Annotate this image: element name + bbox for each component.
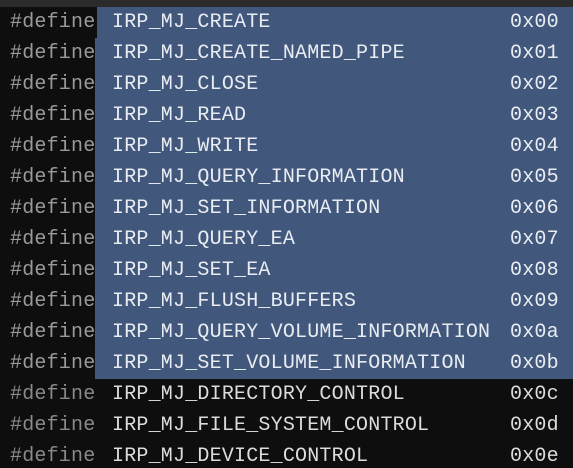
constant-name: IRP_MJ_FLUSH_BUFFERS bbox=[112, 290, 357, 313]
code-editor[interactable]: #define IRP_MJ_CREATE 0x00 #define IRP_M… bbox=[0, 0, 573, 468]
define-keyword: #define bbox=[10, 135, 96, 158]
code-line[interactable]: #define IRP_MJ_WRITE 0x04 bbox=[0, 131, 573, 162]
constant-name: IRP_MJ_CREATE_NAMED_PIPE bbox=[112, 42, 405, 65]
constant-value: 0x05 bbox=[510, 166, 559, 189]
constant-name: IRP_MJ_SET_VOLUME_INFORMATION bbox=[112, 352, 466, 375]
constant-name: IRP_MJ_READ bbox=[112, 104, 247, 127]
constant-value: 0x0e bbox=[510, 445, 559, 468]
define-keyword: #define bbox=[10, 321, 96, 344]
define-keyword: #define bbox=[10, 11, 96, 34]
constant-value: 0x01 bbox=[510, 42, 559, 65]
constant-name: IRP_MJ_CREATE bbox=[112, 11, 271, 34]
code-line[interactable]: #define IRP_MJ_SET_INFORMATION 0x06 bbox=[0, 193, 573, 224]
define-keyword: #define bbox=[10, 166, 96, 189]
constant-name: IRP_MJ_SET_INFORMATION bbox=[112, 197, 381, 220]
constant-value: 0x00 bbox=[510, 11, 559, 34]
code-line[interactable]: #define IRP_MJ_QUERY_VOLUME_INFORMATION … bbox=[0, 317, 573, 348]
constant-value: 0x08 bbox=[510, 259, 559, 282]
constant-name: IRP_MJ_QUERY_INFORMATION bbox=[112, 166, 405, 189]
constant-name: IRP_MJ_WRITE bbox=[112, 135, 259, 158]
define-keyword: #define bbox=[10, 414, 96, 437]
code-line[interactable]: #define IRP_MJ_CREATE 0x00 bbox=[0, 7, 573, 38]
editor-top-bar bbox=[0, 0, 573, 7]
code-line[interactable]: #define IRP_MJ_DEVICE_CONTROL 0x0e bbox=[0, 441, 573, 468]
constant-value: 0x03 bbox=[510, 104, 559, 127]
code-line[interactable]: #define IRP_MJ_FLUSH_BUFFERS 0x09 bbox=[0, 286, 573, 317]
constant-value: 0x04 bbox=[510, 135, 559, 158]
define-keyword: #define bbox=[10, 445, 96, 468]
define-keyword: #define bbox=[10, 259, 96, 282]
constant-value: 0x02 bbox=[510, 73, 559, 96]
code-line[interactable]: #define IRP_MJ_QUERY_EA 0x07 bbox=[0, 224, 573, 255]
define-keyword: #define bbox=[10, 290, 96, 313]
constant-value: 0x09 bbox=[510, 290, 559, 313]
define-keyword: #define bbox=[10, 228, 96, 251]
constant-value: 0x0a bbox=[510, 321, 559, 344]
code-line[interactable]: #define IRP_MJ_QUERY_INFORMATION 0x05 bbox=[0, 162, 573, 193]
constant-name: IRP_MJ_CLOSE bbox=[112, 73, 259, 96]
constant-name: IRP_MJ_SET_EA bbox=[112, 259, 271, 282]
constant-value: 0x0c bbox=[510, 383, 559, 406]
constant-value: 0x07 bbox=[510, 228, 559, 251]
code-line[interactable]: #define IRP_MJ_READ 0x03 bbox=[0, 100, 573, 131]
define-keyword: #define bbox=[10, 73, 96, 96]
constant-name: IRP_MJ_DIRECTORY_CONTROL bbox=[112, 383, 405, 406]
constant-value: 0x06 bbox=[510, 197, 559, 220]
constant-name: IRP_MJ_QUERY_EA bbox=[112, 228, 296, 251]
constant-value: 0x0b bbox=[510, 352, 559, 375]
constant-name: IRP_MJ_QUERY_VOLUME_INFORMATION bbox=[112, 321, 491, 344]
code-line[interactable]: #define IRP_MJ_CREATE_NAMED_PIPE 0x01 bbox=[0, 38, 573, 69]
code-line[interactable]: #define IRP_MJ_FILE_SYSTEM_CONTROL 0x0d bbox=[0, 410, 573, 441]
code-line[interactable]: #define IRP_MJ_DIRECTORY_CONTROL 0x0c bbox=[0, 379, 573, 410]
define-keyword: #define bbox=[10, 42, 96, 65]
code-line[interactable]: #define IRP_MJ_SET_EA 0x08 bbox=[0, 255, 573, 286]
constant-name: IRP_MJ_DEVICE_CONTROL bbox=[112, 445, 369, 468]
constant-value: 0x0d bbox=[510, 414, 559, 437]
code-line[interactable]: #define IRP_MJ_CLOSE 0x02 bbox=[0, 69, 573, 100]
define-keyword: #define bbox=[10, 352, 96, 375]
define-keyword: #define bbox=[10, 197, 96, 220]
define-keyword: #define bbox=[10, 383, 96, 406]
code-line[interactable]: #define IRP_MJ_SET_VOLUME_INFORMATION 0x… bbox=[0, 348, 573, 379]
define-keyword: #define bbox=[10, 104, 96, 127]
constant-name: IRP_MJ_FILE_SYSTEM_CONTROL bbox=[112, 414, 430, 437]
